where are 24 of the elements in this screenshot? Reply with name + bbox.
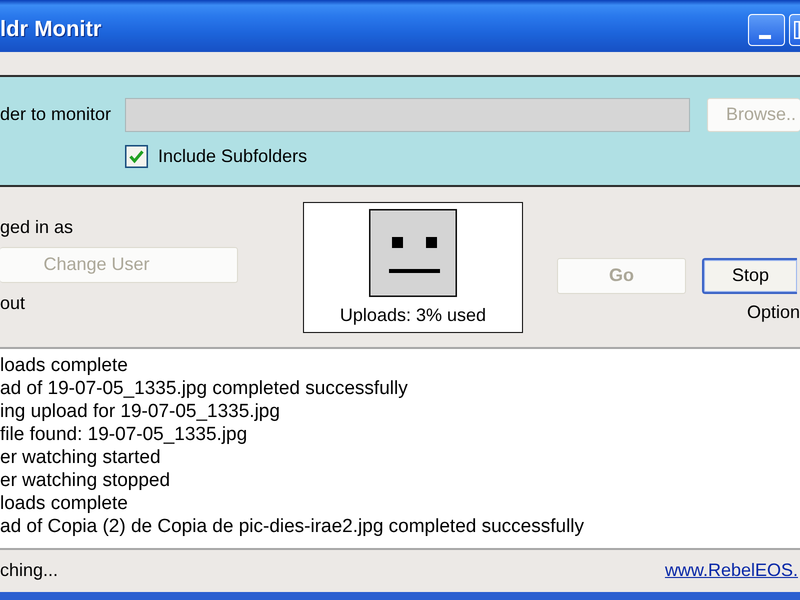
logout-link[interactable]: out: [0, 292, 26, 314]
neutral-face-icon: [368, 209, 457, 297]
checkbox-label: Include Subfolders: [158, 146, 308, 168]
log-line: er watching started: [0, 446, 161, 469]
log-line: ing upload for 19-07-05_1335.jpg: [0, 400, 280, 423]
quota-text: Uploads: 3% used: [340, 305, 486, 327]
log-line: ad of Copia (2) de Copia de pic-dies-irae2.jpg completed successfully: [0, 515, 584, 538]
maximize-icon: [794, 21, 800, 39]
website-link[interactable]: www.RebelEOS.: [664, 560, 798, 582]
status-text: ching...: [0, 560, 58, 582]
log-line: er watching stopped: [0, 469, 170, 492]
options-link[interactable]: Option: [746, 302, 800, 324]
minimize-icon: [759, 35, 771, 39]
log-line: loads complete: [0, 354, 128, 377]
log-line: file found: 19-07-05_1335.jpg: [0, 423, 248, 446]
maximize-button[interactable]: [789, 14, 800, 46]
log-line: ad of 19-07-05_1335.jpg completed successfully: [0, 377, 408, 400]
account-label: ged in as: [0, 217, 74, 239]
checkbox[interactable]: [125, 145, 148, 168]
folder-label: der to monitor: [0, 104, 112, 126]
action-button[interactable]: Stop: [702, 258, 797, 294]
window-title: ldr Monitr: [0, 16, 102, 42]
minimize-button[interactable]: [748, 14, 785, 46]
log-line: loads complete: [0, 492, 128, 515]
